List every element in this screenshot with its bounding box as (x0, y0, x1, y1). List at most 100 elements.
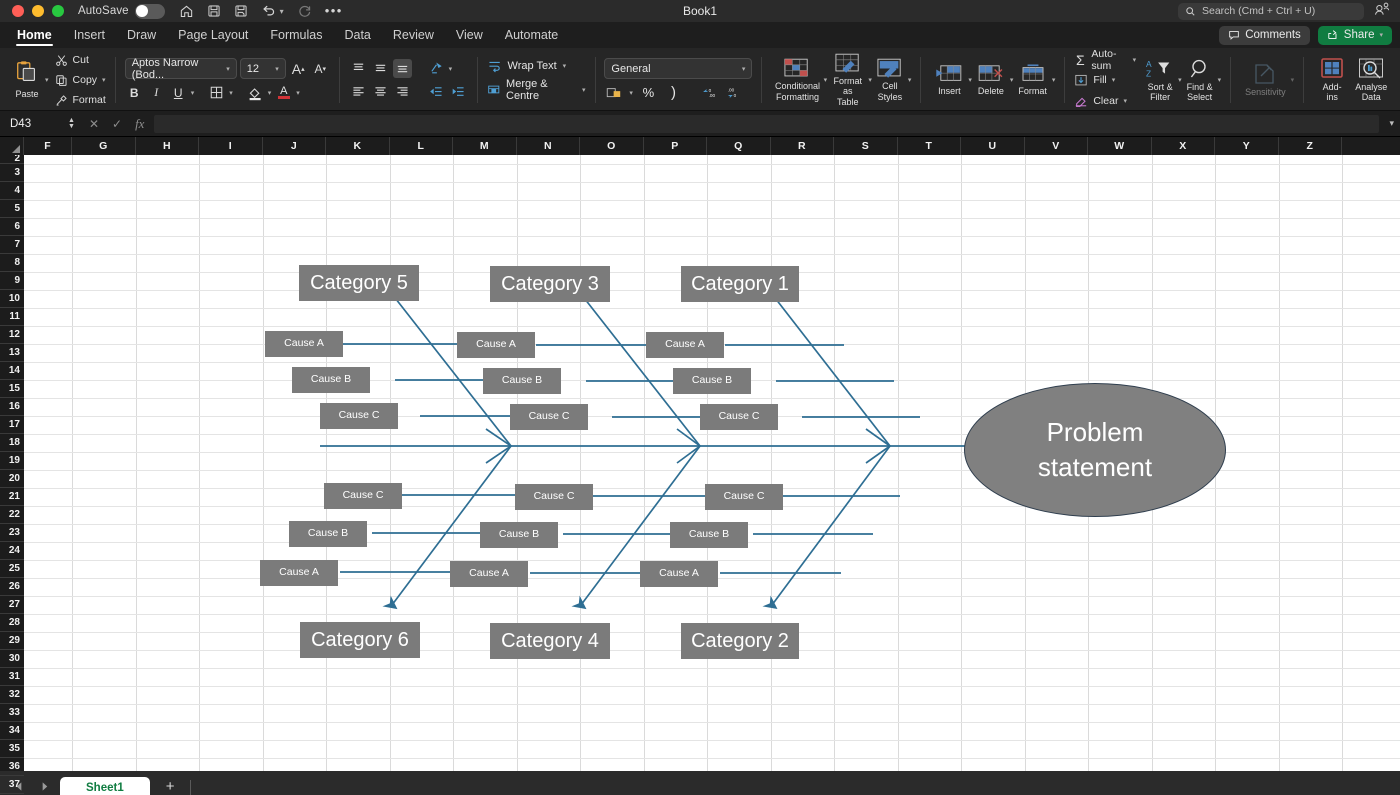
share-chevron-down-icon[interactable]: ▾ (1379, 31, 1383, 39)
tab-draw[interactable]: Draw (116, 22, 167, 48)
cause-node-top-left-c[interactable]: Cause C (320, 403, 398, 429)
autosum-button[interactable]: Σ Auto-sum ▾ (1074, 48, 1137, 72)
quick-access-toolbar[interactable]: ▾ ••• (179, 4, 343, 19)
spreadsheet-grid[interactable]: FGHIJKLMNOPQRSTUVWXYZ 2 3 4 5 6 7 8 9 10 11 12 13 14… (0, 137, 1400, 794)
category-node-5[interactable]: Category 5 (299, 265, 419, 301)
underline-chevron-down-icon[interactable]: ▾ (191, 89, 195, 97)
insert-function-icon[interactable]: fx (135, 116, 144, 132)
decrease-font-size-button[interactable]: A ▾ (311, 59, 330, 78)
tab-review[interactable]: Review (382, 22, 445, 48)
close-window-button[interactable] (12, 5, 24, 17)
column-header-X[interactable]: X (1152, 137, 1215, 155)
column-header-M[interactable]: M (453, 137, 517, 155)
underline-button[interactable]: U (169, 83, 188, 102)
row-header-6[interactable]: 6 (0, 218, 24, 236)
column-header-O[interactable]: O (580, 137, 644, 155)
row-header-15[interactable]: 15 (0, 380, 24, 398)
name-box[interactable]: D43 (6, 118, 68, 130)
formula-input[interactable] (154, 114, 1380, 133)
cause-node-bottom-right-b[interactable]: Cause B (670, 522, 748, 548)
format-painter-button[interactable]: Format (55, 91, 106, 110)
column-header-U[interactable]: U (961, 137, 1025, 155)
column-header-G[interactable]: G (72, 137, 136, 155)
category-node-4[interactable]: Category 4 (490, 623, 610, 659)
cause-node-bottom-left-a[interactable]: Cause A (260, 560, 338, 586)
number-format-select[interactable]: General ▾ (604, 58, 753, 79)
italic-button[interactable]: I (147, 83, 166, 102)
row-header-37[interactable]: 37 (0, 776, 24, 794)
row-header-25[interactable]: 25 (0, 560, 24, 578)
row-header-9[interactable]: 9 (0, 272, 24, 290)
row-header-35[interactable]: 35 (0, 740, 24, 758)
row-header-30[interactable]: 30 (0, 650, 24, 668)
cause-node-bottom-left-c[interactable]: Cause C (324, 483, 402, 509)
row-header-20[interactable]: 20 (0, 470, 24, 488)
fill-color-chevron-down-icon[interactable]: ▾ (268, 89, 272, 97)
row-header-28[interactable]: 28 (0, 614, 24, 632)
maximize-window-button[interactable] (52, 5, 64, 17)
copy-button[interactable]: Copy ▾ (55, 71, 106, 90)
text-orientation-button[interactable] (427, 59, 446, 78)
row-header-12[interactable]: 12 (0, 326, 24, 344)
increase-indent-button[interactable] (449, 82, 468, 101)
row-header-36[interactable]: 36 (0, 758, 24, 776)
row-header-7[interactable]: 7 (0, 236, 24, 254)
row-header-34[interactable]: 34 (0, 722, 24, 740)
cause-node-top-middle-c[interactable]: Cause C (510, 404, 588, 430)
column-header-Y[interactable]: Y (1215, 137, 1279, 155)
cell-styles-button[interactable]: Cell Styles (872, 50, 908, 110)
row-header-27[interactable]: 27 (0, 596, 24, 614)
merge-centre-button[interactable]: Merge & Centre ▾ (487, 78, 586, 102)
comma-style-button[interactable]: ) (664, 83, 683, 102)
column-header-R[interactable]: R (771, 137, 834, 155)
row-header-2[interactable]: 2 (0, 155, 24, 164)
row-header-17[interactable]: 17 (0, 416, 24, 434)
problem-statement-node[interactable]: Problem statement (964, 383, 1226, 517)
cause-node-top-left-a[interactable]: Cause A (265, 331, 343, 357)
row-header-26[interactable]: 26 (0, 578, 24, 596)
undo-icon[interactable] (261, 4, 276, 19)
row-header-5[interactable]: 5 (0, 200, 24, 218)
wrap-text-chevron-down-icon[interactable]: ▾ (563, 62, 567, 70)
autosum-chevron-down-icon[interactable]: ▾ (1133, 56, 1137, 64)
row-header-13[interactable]: 13 (0, 344, 24, 362)
align-top-button[interactable] (349, 59, 368, 78)
decrease-indent-button[interactable] (427, 82, 446, 101)
font-family-select[interactable]: Aptos Narrow (Bod... ▾ (124, 57, 237, 81)
tab-insert[interactable]: Insert (63, 22, 116, 48)
more-icon[interactable]: ••• (325, 4, 343, 17)
column-header-N[interactable]: N (517, 137, 580, 155)
cause-node-bottom-right-c[interactable]: Cause C (705, 484, 783, 510)
minimize-window-button[interactable] (32, 5, 44, 17)
borders-button[interactable] (207, 83, 226, 102)
row-header-8[interactable]: 8 (0, 254, 24, 272)
row-header-31[interactable]: 31 (0, 668, 24, 686)
fill-button[interactable]: Fill ▾ (1074, 71, 1136, 90)
column-header-V[interactable]: V (1025, 137, 1088, 155)
sort-filter-button[interactable]: A Z Sort & Filter (1142, 50, 1178, 110)
copy-chevron-down-icon[interactable]: ▾ (102, 76, 106, 84)
column-header-W[interactable]: W (1088, 137, 1152, 155)
font-size-select[interactable]: 12 ▾ (239, 58, 286, 79)
column-header-H[interactable]: H (136, 137, 199, 155)
increase-font-size-button[interactable]: A ▴ (289, 59, 308, 78)
cause-node-bottom-right-a[interactable]: Cause A (640, 561, 718, 587)
expand-formula-bar-icon[interactable]: ▾ (1389, 118, 1400, 129)
category-node-6[interactable]: Category 6 (300, 622, 420, 658)
paste-chevron-down-icon[interactable]: ▾ (45, 76, 49, 84)
font-size-chevron-down-icon[interactable]: ▾ (275, 65, 279, 73)
row-header-10[interactable]: 10 (0, 290, 24, 308)
decrease-decimal-button[interactable]: .00 0 (725, 83, 744, 102)
category-node-1[interactable]: Category 1 (681, 266, 799, 302)
cut-button[interactable]: Cut (55, 51, 106, 70)
window-controls[interactable] (8, 5, 64, 17)
tab-page-layout[interactable]: Page Layout (167, 22, 259, 48)
undo-chevron-down-icon[interactable]: ▾ (280, 7, 284, 16)
row-header-16[interactable]: 16 (0, 398, 24, 416)
number-format-chevron-down-icon[interactable]: ▾ (742, 65, 746, 73)
cause-node-top-right-c[interactable]: Cause C (700, 404, 778, 430)
delete-cells-button[interactable]: Delete (972, 50, 1010, 110)
cause-node-bottom-left-b[interactable]: Cause B (289, 521, 367, 547)
accounting-chevron-down-icon[interactable]: ▾ (629, 89, 633, 97)
tab-view[interactable]: View (445, 22, 494, 48)
